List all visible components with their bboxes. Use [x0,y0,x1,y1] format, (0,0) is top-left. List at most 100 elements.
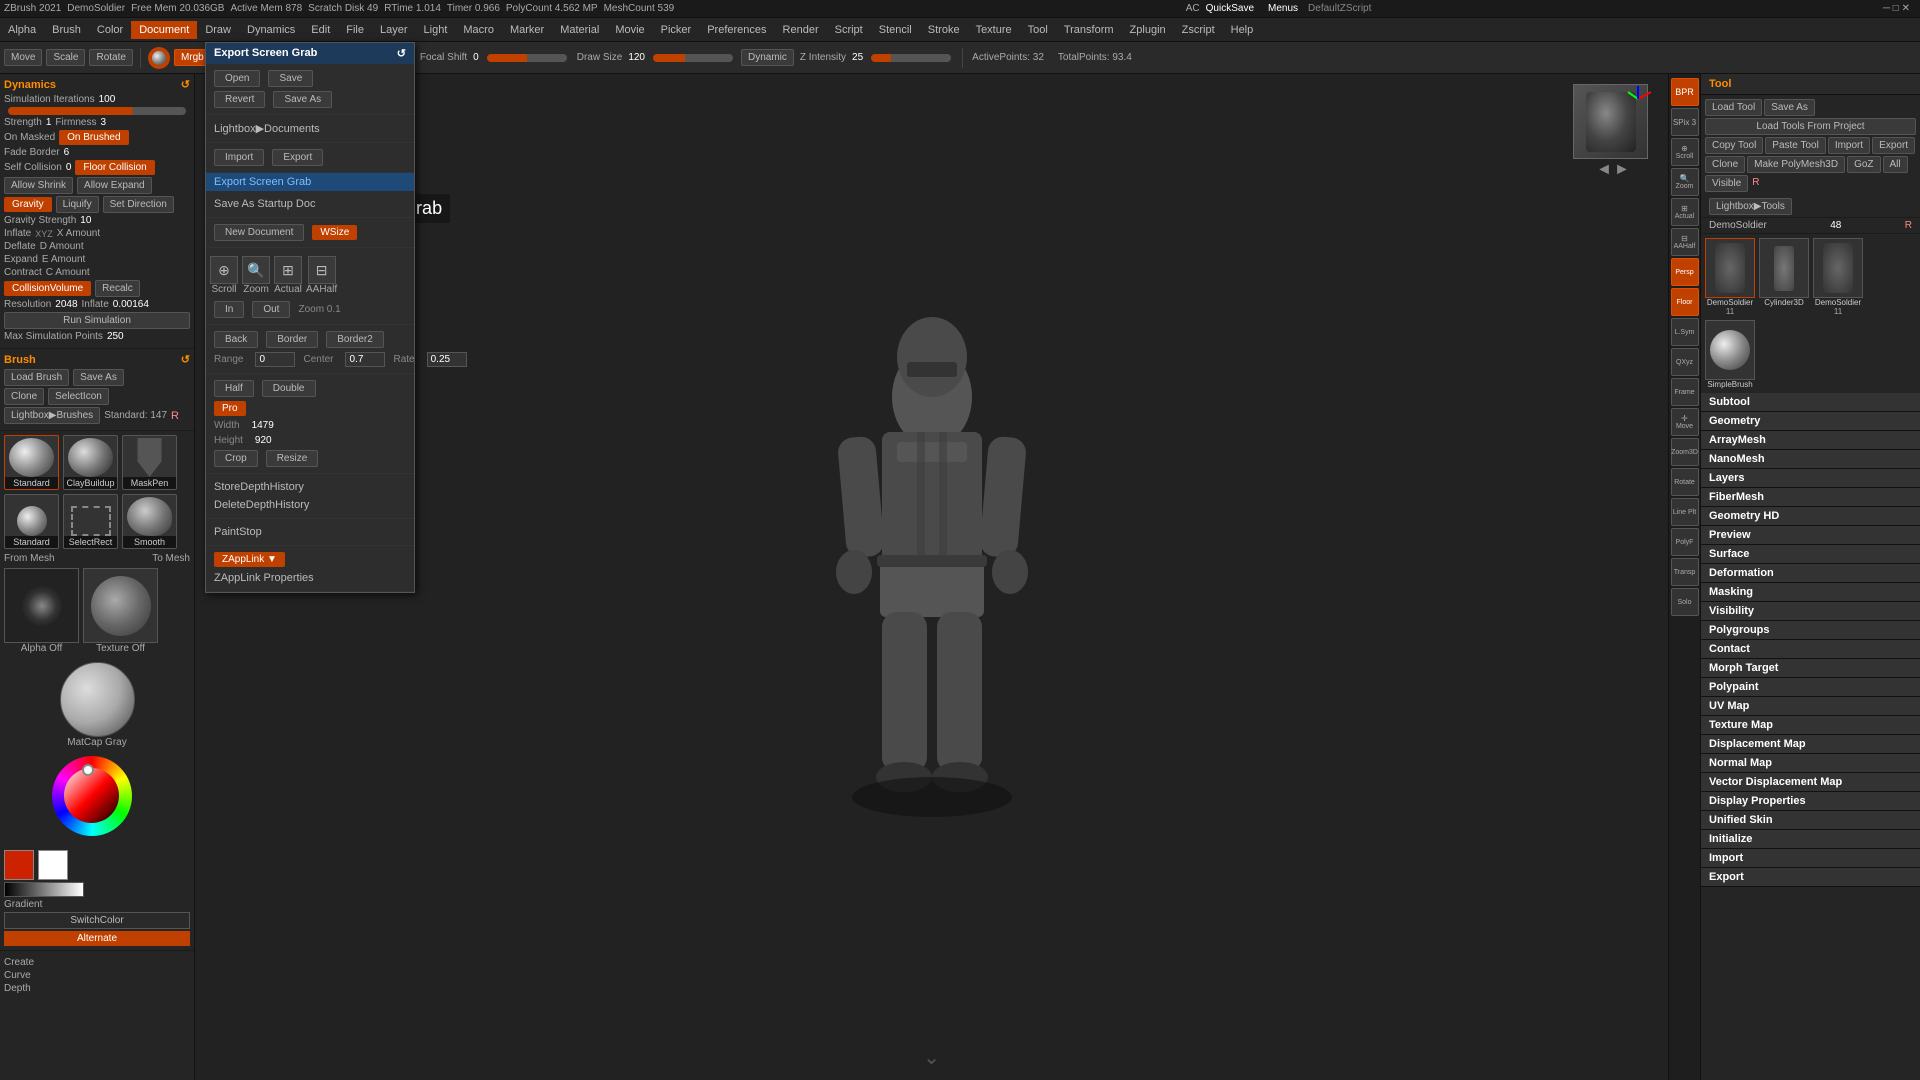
brush-reload-icon[interactable]: ↺ [181,353,190,366]
save-startup-item[interactable]: Save As Startup Doc [206,195,414,213]
vdm-section[interactable]: Vector Displacement Map [1701,773,1920,792]
menu-script[interactable]: Script [827,21,871,39]
lightbox-tools-btn[interactable]: Lightbox▶Tools [1709,198,1792,215]
lsym-btn[interactable]: L.Sym [1671,318,1699,346]
depth-label[interactable]: Depth [4,983,31,994]
pro-btn[interactable]: Pro [214,401,246,416]
scale-btn[interactable]: Scale [46,49,85,66]
brush-maskpen[interactable]: MaskPen [122,435,177,490]
collision-vol-btn[interactable]: CollisionVolume [4,281,91,296]
allow-expand-btn[interactable]: Allow Expand [77,177,152,194]
menu-material[interactable]: Material [552,21,607,39]
menu-preferences[interactable]: Preferences [699,21,774,39]
paintstop-item[interactable]: PaintStop [206,523,414,541]
subtool-simplebrush-thumb[interactable] [1705,320,1755,380]
recalc-btn[interactable]: Recalc [95,280,140,297]
zapplink-props-item[interactable]: ZAppLink Properties [206,569,414,587]
move-3d-btn[interactable]: ✛ Move [1671,408,1699,436]
morph-target-section[interactable]: Morph Target [1701,659,1920,678]
texture-thumb[interactable] [83,568,158,643]
aahalf-icon-btn[interactable]: ⊟ [308,256,336,284]
actual-icon-btn[interactable]: ⊞ [274,256,302,284]
subtool-section[interactable]: Subtool [1701,393,1920,412]
polypaint-section[interactable]: Polypaint [1701,678,1920,697]
draw-size-slider[interactable] [653,54,733,62]
save-btn[interactable]: Save [268,70,313,87]
spix-btn[interactable]: SPix 3 [1671,108,1699,136]
menu-color[interactable]: Color [89,21,131,39]
in-btn[interactable]: In [214,301,244,318]
menu-brush[interactable]: Brush [44,21,89,39]
menu-stencil[interactable]: Stencil [871,21,920,39]
subtool-demo1-thumb[interactable] [1705,238,1755,298]
menu-marker[interactable]: Marker [502,21,552,39]
dynamics-icon[interactable]: ↺ [181,78,190,91]
center-input[interactable] [345,352,385,367]
tool-save-as-btn[interactable]: Save As [1764,99,1815,116]
new-document-btn[interactable]: New Document [214,224,304,241]
preview-section[interactable]: Preview [1701,526,1920,545]
gradient-box[interactable] [4,882,84,897]
polygroups-section[interactable]: Polygroups [1701,621,1920,640]
rate-input[interactable] [427,352,467,367]
liquify-btn[interactable]: Liquify [56,196,99,213]
export-section[interactable]: Export [1701,868,1920,887]
lightbox-brushes-btn[interactable]: Lightbox▶Brushes [4,407,100,424]
menu-file[interactable]: File [338,21,372,39]
load-tool-btn[interactable]: Load Tool [1705,99,1762,116]
menu-render[interactable]: Render [775,21,827,39]
import-section[interactable]: Import [1701,849,1920,868]
background-color[interactable] [38,850,68,880]
on-brushed-btn[interactable]: On Brushed [59,130,128,145]
export-screen-grab-item[interactable]: Export Screen Grab [206,173,414,191]
import-btn[interactable]: Import [214,149,264,166]
arraymesh-section[interactable]: ArrayMesh [1701,431,1920,450]
display-props-section[interactable]: Display Properties [1701,792,1920,811]
nav-right-arrow[interactable]: ► [1614,161,1630,179]
menu-macro[interactable]: Macro [455,21,502,39]
open-btn[interactable]: Open [214,70,260,87]
goz-btn[interactable]: GoZ [1847,156,1880,173]
back-btn[interactable]: Back [214,331,258,348]
floor-btn[interactable]: Floor [1671,288,1699,316]
surface-section[interactable]: Surface [1701,545,1920,564]
lightbox-docs-item[interactable]: Lightbox▶Documents [206,119,414,138]
menu-zplugin[interactable]: Zplugin [1122,21,1174,39]
save-as-btn[interactable]: Save As [273,91,332,108]
resize-btn[interactable]: Resize [266,450,319,467]
menu-texture[interactable]: Texture [968,21,1020,39]
nanomesh-section[interactable]: NanoMesh [1701,450,1920,469]
border2-btn[interactable]: Border2 [326,331,384,348]
transp-btn[interactable]: Transp [1671,558,1699,586]
menu-light[interactable]: Light [416,21,456,39]
menus-label[interactable]: Menus [1268,3,1298,14]
brush-save-as-btn[interactable]: Save As [73,369,124,386]
visibility-section[interactable]: Visibility [1701,602,1920,621]
xyz-btn[interactable]: QXyz [1671,348,1699,376]
uv-map-section[interactable]: UV Map [1701,697,1920,716]
select-icon-btn[interactable]: SelectIcon [48,388,109,405]
menu-document[interactable]: Document [131,21,197,39]
rotate-3d-btn[interactable]: Rotate [1671,468,1699,496]
brush-standard2[interactable]: Standard [4,494,59,549]
dynamic-btn[interactable]: Dynamic [741,49,794,66]
all-btn[interactable]: All [1883,156,1908,173]
rotate-btn[interactable]: Rotate [89,49,132,66]
tool-export-btn[interactable]: Export [1872,137,1915,154]
curve-label[interactable]: Curve [4,970,31,981]
menu-movie[interactable]: Movie [607,21,652,39]
quicksave-label[interactable]: QuickSave [1206,3,1254,14]
initialize-section[interactable]: Initialize [1701,830,1920,849]
polyf-btn[interactable]: PolyF [1671,528,1699,556]
color-sv-picker[interactable] [64,768,119,823]
menu-layer[interactable]: Layer [372,21,416,39]
tool-import-btn[interactable]: Import [1828,137,1870,154]
border-btn[interactable]: Border [266,331,318,348]
create-label[interactable]: Create [4,957,34,968]
run-simulation-btn[interactable]: Run Simulation [4,312,190,329]
fibermesh-section[interactable]: FiberMesh [1701,488,1920,507]
brush-smooth[interactable]: Smooth [122,494,177,549]
geometry-hd-section[interactable]: Geometry HD [1701,507,1920,526]
sim-iter-slider[interactable] [8,107,186,115]
visible-btn[interactable]: Visible [1705,175,1748,192]
